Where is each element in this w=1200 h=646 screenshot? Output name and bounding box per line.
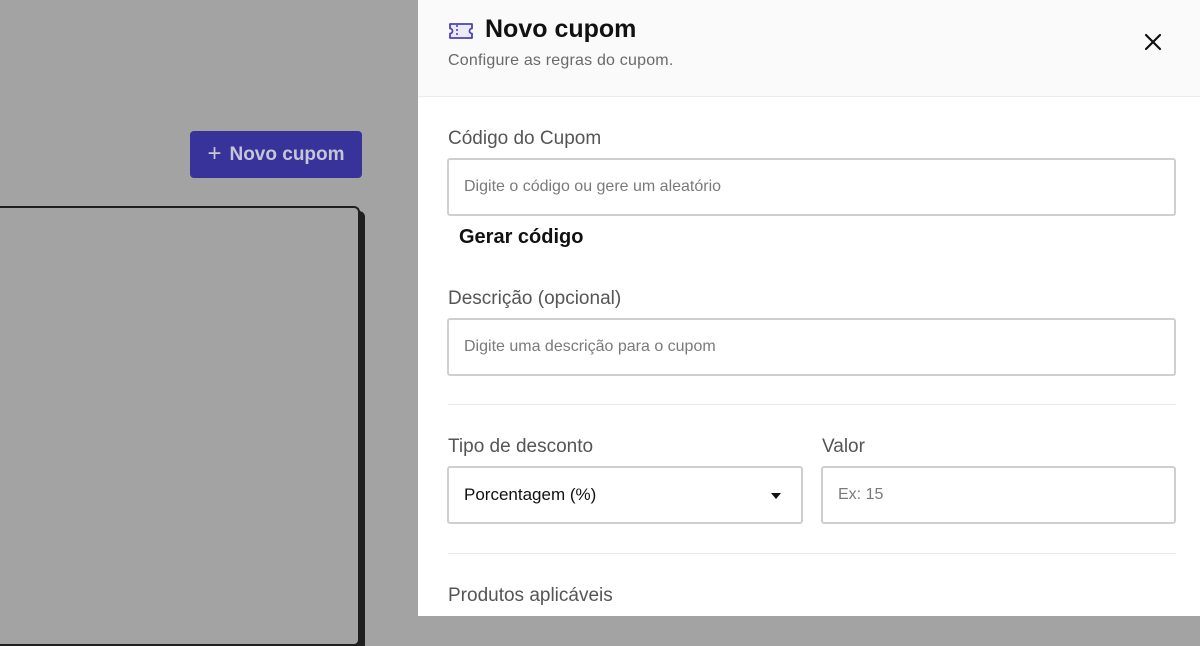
close-icon[interactable] bbox=[1142, 31, 1164, 53]
new-coupon-button[interactable]: + Novo cupom bbox=[190, 131, 362, 178]
applicable-products-label: Produtos aplicáveis bbox=[448, 585, 613, 606]
coupon-code-label: Código do Cupom bbox=[448, 128, 602, 149]
description-label: Descrição (opcional) bbox=[448, 288, 622, 309]
plus-icon: + bbox=[207, 139, 222, 167]
background-card bbox=[0, 206, 360, 646]
drawer-header: Novo cupom Configure as regras do cupom. bbox=[418, 0, 1200, 97]
section-divider bbox=[448, 553, 1176, 554]
new-coupon-drawer: Novo cupom Configure as regras do cupom.… bbox=[418, 0, 1200, 616]
drawer-title: Novo cupom bbox=[485, 15, 637, 43]
value-input[interactable] bbox=[821, 466, 1176, 524]
description-input[interactable] bbox=[447, 318, 1176, 376]
generate-code-button[interactable]: Gerar código bbox=[459, 226, 583, 249]
discount-type-select[interactable]: Porcentagem (%) bbox=[447, 466, 803, 524]
coupon-code-input[interactable] bbox=[447, 158, 1176, 216]
section-divider bbox=[448, 404, 1176, 405]
new-coupon-button-label: Novo cupom bbox=[229, 143, 345, 165]
drawer-subtitle: Configure as regras do cupom. bbox=[448, 52, 674, 69]
discount-type-selected: Porcentagem (%) bbox=[464, 485, 597, 504]
value-label: Valor bbox=[822, 436, 865, 457]
caret-down-icon bbox=[771, 493, 781, 499]
discount-type-label: Tipo de desconto bbox=[448, 436, 594, 457]
ticket-icon bbox=[449, 23, 473, 39]
